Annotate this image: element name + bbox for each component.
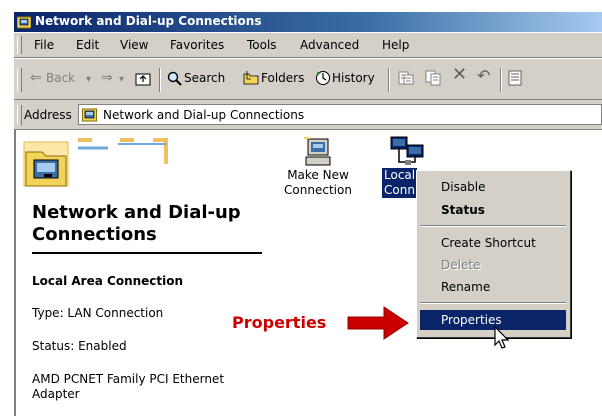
make-new-connection-icon <box>304 137 331 166</box>
title-bar[interactable]: Network and Dial-up Connections <box>14 12 602 32</box>
forward-dropdown-icon[interactable]: ▾ <box>119 73 124 87</box>
network-folder-banner-icon <box>23 138 168 187</box>
search-button[interactable]: Search <box>184 71 225 85</box>
menu-separator <box>420 302 566 304</box>
menu-item-properties[interactable]: Properties <box>420 310 566 330</box>
menu-item-create-shortcut[interactable]: Create Shortcut <box>420 233 566 253</box>
menu-separator <box>420 225 566 227</box>
menu-item-delete[interactable]: Delete <box>420 255 566 275</box>
menu-bar-grip[interactable] <box>17 36 22 54</box>
menu-item-status[interactable]: Status <box>420 200 566 220</box>
local-area-connection-label: Local Conn <box>382 168 418 198</box>
menu-help[interactable]: Help <box>382 38 409 52</box>
annotation-arrow-icon <box>347 306 409 340</box>
menu-file[interactable]: File <box>34 38 54 52</box>
history-icon[interactable] <box>315 70 331 86</box>
menu-edit[interactable]: Edit <box>76 38 99 52</box>
lan-connection-icon <box>390 136 424 165</box>
folders-button[interactable]: Folders <box>261 71 304 85</box>
connection-type: Type: LAN Connection <box>32 306 164 320</box>
toolbar-separator <box>500 68 502 92</box>
history-button[interactable]: History <box>332 71 375 85</box>
title-divider <box>32 252 262 254</box>
annotation-label: Properties <box>232 313 327 332</box>
menu-item-disable[interactable]: Disable <box>420 177 566 197</box>
address-field[interactable]: Network and Dial-up Connections <box>78 104 602 125</box>
copy-to-icon[interactable] <box>425 70 441 86</box>
toolbar-grip[interactable] <box>17 68 22 92</box>
back-dropdown-icon[interactable]: ▾ <box>86 73 91 87</box>
explorer-window: Network and Dial-up Connections File Edi… <box>0 0 602 416</box>
web-view-panel: Network and Dial-up Connections Local Ar… <box>16 130 266 416</box>
address-value: Network and Dial-up Connections <box>103 108 305 122</box>
menu-tools[interactable]: Tools <box>247 38 277 52</box>
back-button[interactable]: Back <box>46 71 75 85</box>
connection-status: Status: Enabled <box>32 339 127 353</box>
views-icon[interactable] <box>508 70 522 86</box>
menu-view[interactable]: View <box>120 38 148 52</box>
search-icon[interactable] <box>166 70 182 86</box>
address-bar: Address Network and Dial-up Connections <box>14 100 602 130</box>
up-folder-icon[interactable] <box>135 71 151 86</box>
undo-icon[interactable]: ↶ <box>477 68 490 84</box>
address-label: Address <box>24 108 72 122</box>
address-bar-grip[interactable] <box>17 105 22 125</box>
back-arrow-icon[interactable]: ⇐ <box>30 71 42 85</box>
adapter-description: AMD PCNET Family PCI Ethernet Adapter <box>32 372 225 401</box>
network-folder-icon <box>82 108 97 122</box>
toolbar-separator <box>388 68 390 92</box>
menu-favorites[interactable]: Favorites <box>170 38 224 52</box>
toolbar: ⇐ Back ▾ ⇒ ▾ Search Folders History ✕ ↶ <box>14 58 602 100</box>
network-folder-icon <box>17 16 31 29</box>
make-new-connection-label: Make New Connection <box>284 168 352 197</box>
menu-advanced[interactable]: Advanced <box>300 38 359 52</box>
delete-icon[interactable]: ✕ <box>452 66 467 84</box>
connection-name: Local Area Connection <box>32 274 184 288</box>
forward-arrow-icon[interactable]: ⇒ <box>101 71 113 85</box>
window-title: Network and Dial-up Connections <box>35 14 262 28</box>
toolbar-separator <box>159 68 161 92</box>
menu-item-rename[interactable]: Rename <box>420 277 566 297</box>
move-to-icon[interactable] <box>398 70 414 86</box>
context-menu: Disable Status Create Shortcut Delete Re… <box>416 170 571 338</box>
folders-icon[interactable] <box>243 70 259 86</box>
folder-title: Network and Dial-up Connections <box>32 202 241 245</box>
menu-bar: File Edit View Favorites Tools Advanced … <box>14 32 602 58</box>
mouse-cursor-icon <box>494 326 510 349</box>
